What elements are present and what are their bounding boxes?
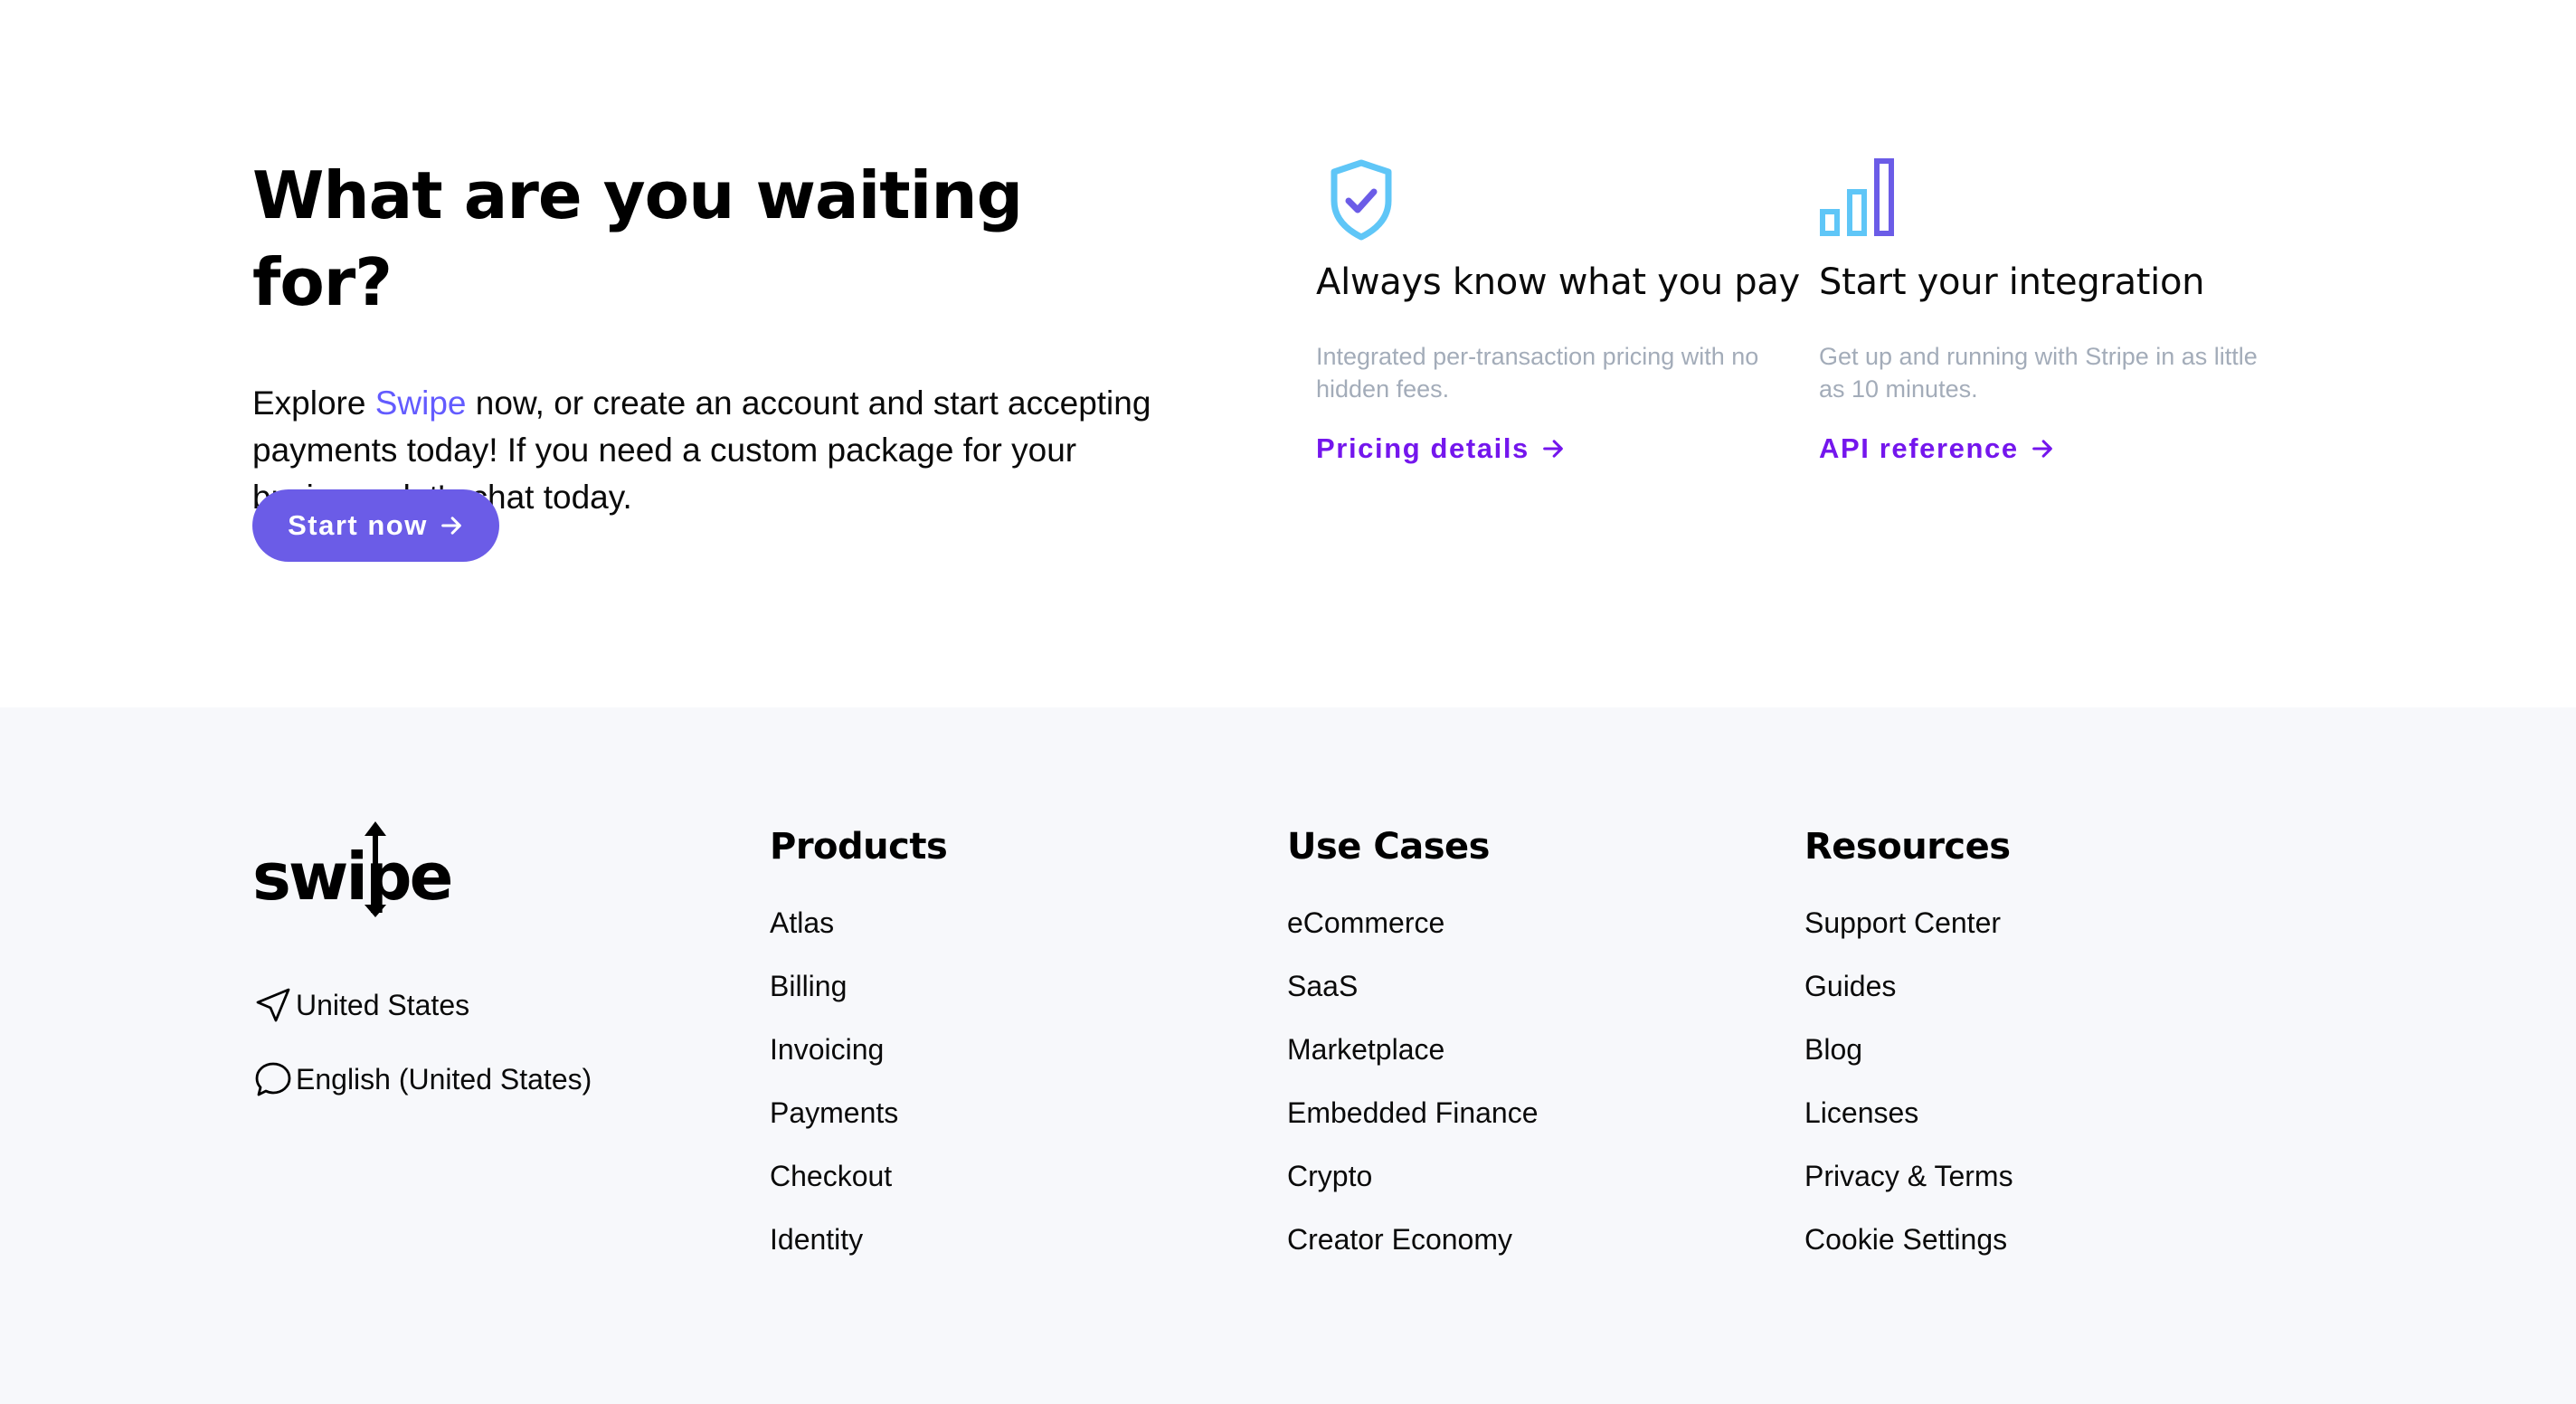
footer-link-identity[interactable]: Identity <box>770 1221 947 1285</box>
arrow-right-icon <box>441 517 461 535</box>
cta-section: What are you waiting for? Explore Swipe … <box>0 0 2576 707</box>
swipe-logo[interactable]: swipe <box>252 820 451 919</box>
footer-link-ecommerce[interactable]: eCommerce <box>1287 905 1539 968</box>
footer-link-billing[interactable]: Billing <box>770 968 947 1031</box>
link-list: Atlas Billing Invoicing Payments Checkou… <box>770 905 947 1285</box>
footer-link-cookie-settings[interactable]: Cookie Settings <box>1804 1221 2013 1285</box>
start-now-button[interactable]: Start now <box>252 489 499 562</box>
country-label: United States <box>296 988 470 1021</box>
footer-link-privacy-terms[interactable]: Privacy & Terms <box>1804 1158 2013 1221</box>
arrow-right-icon <box>2031 440 2052 458</box>
chat-bubble-icon <box>255 1062 291 1096</box>
footer-link-licenses[interactable]: Licenses <box>1804 1095 2013 1158</box>
country-selector[interactable]: United States <box>252 984 469 1026</box>
cta-title: What are you waiting for? <box>252 157 1023 320</box>
feature-description: Integrated per-transaction pricing with … <box>1316 343 1759 403</box>
link-list: Support Center Guides Blog Licenses Priv… <box>1804 905 2013 1285</box>
column-heading: Use Cases <box>1287 826 1490 868</box>
feature-pricing: Always know what you pay Integrated per-… <box>1316 156 1800 465</box>
footer-column-resources: Resources Support Center Guides Blog Lic… <box>1804 823 2013 1285</box>
column-heading: Products <box>770 826 948 868</box>
shield-check-icon <box>1331 159 1392 241</box>
footer-link-atlas[interactable]: Atlas <box>770 905 947 968</box>
footer-column-use-cases: Use Cases eCommerce SaaS Marketplace Emb… <box>1287 823 1539 1285</box>
api-reference-link[interactable]: API reference <box>1819 432 2055 465</box>
footer-link-blog[interactable]: Blog <box>1804 1031 2013 1095</box>
feature-title: Start your integration <box>1819 261 2205 303</box>
footer-link-embedded-finance[interactable]: Embedded Finance <box>1287 1095 1539 1158</box>
pricing-details-label: Pricing details <box>1316 432 1530 464</box>
footer-link-saas[interactable]: SaaS <box>1287 968 1539 1031</box>
pricing-details-link[interactable]: Pricing details <box>1316 432 1566 465</box>
language-label: English (United States) <box>296 1062 592 1096</box>
arrow-right-icon <box>1543 440 1563 458</box>
start-now-label: Start now <box>288 509 428 541</box>
feature-integration: Start your integration Get up and runnin… <box>1819 156 2289 465</box>
footer-link-payments[interactable]: Payments <box>770 1095 947 1158</box>
cta-content: What are you waiting for? Explore Swipe … <box>252 152 1157 562</box>
column-heading: Resources <box>1804 826 2011 868</box>
feature-description: Get up and running with Stripe in as lit… <box>1819 343 2258 403</box>
bar-chart-icon <box>1820 158 1894 236</box>
footer-link-invoicing[interactable]: Invoicing <box>770 1031 947 1095</box>
feature-title: Always know what you pay <box>1316 261 1800 303</box>
brand-link[interactable]: Swipe <box>375 384 467 422</box>
footer-link-support-center[interactable]: Support Center <box>1804 905 2013 968</box>
api-reference-label: API reference <box>1819 432 2019 464</box>
footer-link-crypto[interactable]: Crypto <box>1287 1158 1539 1221</box>
logo-text: swipe <box>252 839 451 915</box>
footer-link-guides[interactable]: Guides <box>1804 968 2013 1031</box>
footer-link-checkout[interactable]: Checkout <box>770 1158 947 1221</box>
footer-column-products: Products Atlas Billing Invoicing Payment… <box>770 823 948 1285</box>
link-list: eCommerce SaaS Marketplace Embedded Fina… <box>1287 905 1539 1285</box>
cta-body-prefix: Explore <box>252 384 375 422</box>
location-arrow-icon <box>256 988 290 1022</box>
footer-link-creator-economy[interactable]: Creator Economy <box>1287 1221 1539 1285</box>
footer-link-marketplace[interactable]: Marketplace <box>1287 1031 1539 1095</box>
language-selector[interactable]: English (United States) <box>252 1058 592 1100</box>
